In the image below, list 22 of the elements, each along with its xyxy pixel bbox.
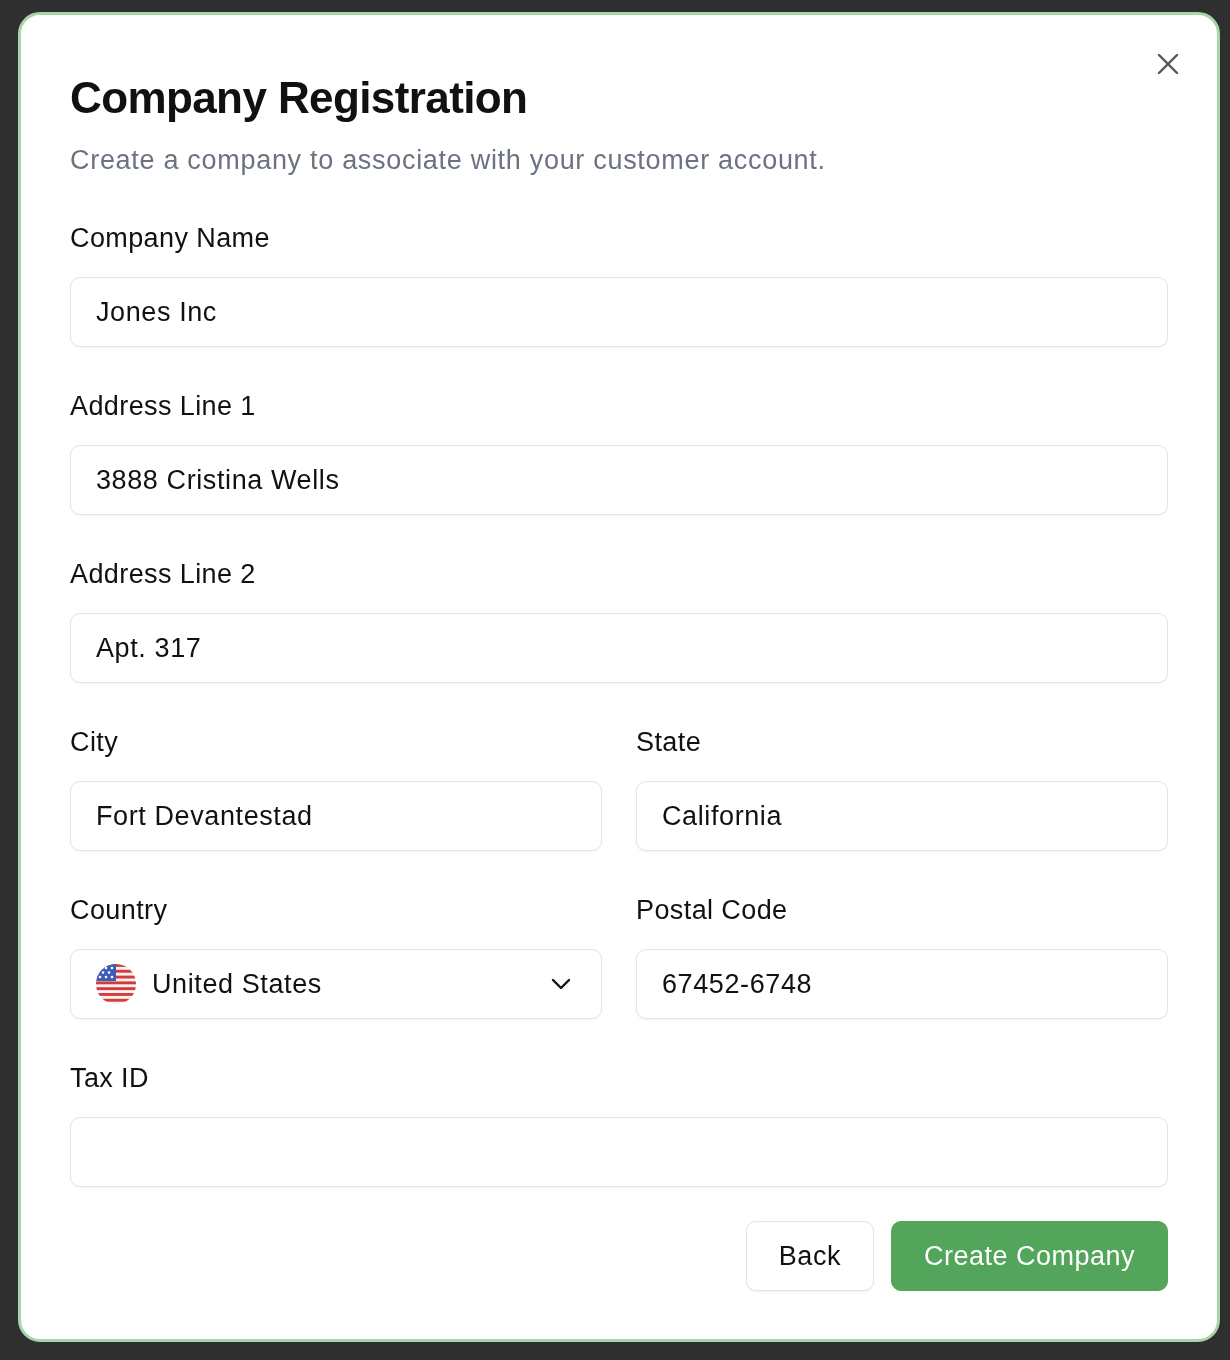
dialog-title: Company Registration [70, 74, 529, 122]
field-label: Address Line 2 [70, 558, 257, 591]
text-input-field[interactable]: Apt. 317 [70, 613, 1168, 683]
field-label: Company Name [70, 222, 271, 255]
field-label: Postal Code [636, 894, 789, 927]
field-label: State [636, 726, 703, 759]
chevron-down-icon [551, 978, 571, 990]
dialog-description: Create a company to associate with your customer account. [70, 144, 827, 177]
field-label: Address Line 1 [70, 390, 257, 423]
field-label: City [70, 726, 120, 759]
text-input-field[interactable] [70, 1117, 1168, 1187]
field-label: Tax ID [70, 1062, 150, 1095]
flag-icon [96, 964, 136, 1004]
text-input-field[interactable]: 3888 Cristina Wells [70, 445, 1168, 515]
text-input-field[interactable]: 67452-6748 [636, 949, 1168, 1019]
close-icon [1157, 53, 1179, 75]
country-select[interactable]: United States [70, 949, 602, 1019]
field-label: Country [70, 894, 169, 927]
text-input-field[interactable]: Jones Inc [70, 277, 1168, 347]
text-input-field[interactable]: Fort Devantestad [70, 781, 602, 851]
text-input-field[interactable]: California [636, 781, 1168, 851]
secondary-button[interactable]: Back [745, 1221, 874, 1291]
